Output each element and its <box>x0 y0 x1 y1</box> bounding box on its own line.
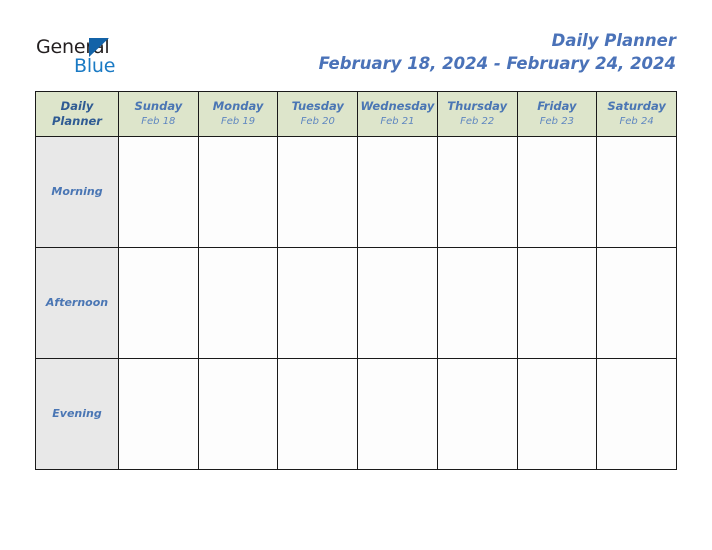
table-header-row: Daily Planner Sunday Feb 18 Monday Feb 1… <box>35 91 677 137</box>
period-label-cell-evening: Evening <box>35 358 119 470</box>
day-name-monday: Monday <box>212 99 264 113</box>
header-day-wednesday: Wednesday Feb 21 <box>357 91 438 137</box>
header-day-monday: Monday Feb 19 <box>197 91 279 137</box>
planner-cell-evening-monday[interactable] <box>197 358 279 470</box>
planner-cell-afternoon-saturday[interactable] <box>596 247 677 359</box>
planner-cell-morning-saturday[interactable] <box>596 136 677 248</box>
corner-label-line2: Planner <box>52 114 102 128</box>
corner-label-line1: Daily <box>60 99 94 113</box>
period-label-evening: Evening <box>52 407 102 420</box>
day-date-saturday: Feb 24 <box>619 116 654 127</box>
header-day-friday: Friday Feb 23 <box>516 91 598 137</box>
day-date-wednesday: Feb 21 <box>380 116 415 127</box>
day-date-tuesday: Feb 20 <box>300 116 335 127</box>
day-name-wednesday: Wednesday <box>360 99 435 113</box>
planner-cell-morning-sunday[interactable] <box>118 136 199 248</box>
planner-cell-evening-thursday[interactable] <box>436 358 518 470</box>
planner-cell-evening-friday[interactable] <box>516 358 598 470</box>
day-date-monday: Feb 19 <box>220 116 256 127</box>
planner-cell-afternoon-wednesday[interactable] <box>357 247 438 359</box>
planner-cell-afternoon-thursday[interactable] <box>436 247 518 359</box>
table-row-afternoon: Afternoon <box>35 247 677 359</box>
planner-cell-morning-monday[interactable] <box>197 136 279 248</box>
header-day-tuesday: Tuesday Feb 20 <box>277 91 359 137</box>
period-label-afternoon: Afternoon <box>45 296 109 309</box>
table-row-evening: Evening <box>35 358 677 470</box>
page-title: Daily Planner <box>551 31 676 50</box>
period-label-cell-morning: Morning <box>35 136 119 248</box>
planner-cell-afternoon-sunday[interactable] <box>118 247 199 359</box>
planner-cell-morning-friday[interactable] <box>516 136 598 248</box>
header-day-sunday: Sunday Feb 18 <box>118 91 199 137</box>
day-date-sunday: Feb 18 <box>141 116 176 127</box>
planner-cell-evening-saturday[interactable] <box>596 358 677 470</box>
planner-cell-afternoon-monday[interactable] <box>197 247 279 359</box>
planner-cell-evening-sunday[interactable] <box>118 358 199 470</box>
date-range-label: February 18, 2024 - February 24, 2024 <box>318 54 676 73</box>
day-name-thursday: Thursday <box>447 99 508 113</box>
planner-cell-evening-wednesday[interactable] <box>357 358 438 470</box>
planner-cell-afternoon-tuesday[interactable] <box>277 247 359 359</box>
table-row-morning: Morning <box>35 136 677 248</box>
day-date-friday: Feb 23 <box>539 116 574 127</box>
planner-cell-evening-tuesday[interactable] <box>277 358 359 470</box>
day-name-saturday: Saturday <box>607 99 666 113</box>
generalblue-logo[interactable]: General Blue <box>36 36 156 82</box>
planner-cell-morning-wednesday[interactable] <box>357 136 438 248</box>
header-day-thursday: Thursday Feb 22 <box>436 91 518 137</box>
day-name-tuesday: Tuesday <box>291 99 344 113</box>
day-name-friday: Friday <box>537 99 577 113</box>
header-day-saturday: Saturday Feb 24 <box>596 91 677 137</box>
day-date-thursday: Feb 22 <box>460 116 495 127</box>
period-label-cell-afternoon: Afternoon <box>35 247 119 359</box>
corner-label: Daily Planner <box>36 99 118 129</box>
period-label-morning: Morning <box>51 185 103 198</box>
planner-cell-afternoon-friday[interactable] <box>516 247 598 359</box>
page-header: General Blue Daily Planner February 18, … <box>0 0 712 88</box>
day-name-sunday: Sunday <box>134 99 183 113</box>
header-corner-cell: Daily Planner <box>35 91 119 137</box>
title-block: Daily Planner February 18, 2024 - Februa… <box>319 30 676 76</box>
daily-planner-table: Daily Planner Sunday Feb 18 Monday Feb 1… <box>35 91 677 470</box>
planner-cell-morning-thursday[interactable] <box>436 136 518 248</box>
logo-text-blue: Blue <box>74 55 116 77</box>
planner-cell-morning-tuesday[interactable] <box>277 136 359 248</box>
